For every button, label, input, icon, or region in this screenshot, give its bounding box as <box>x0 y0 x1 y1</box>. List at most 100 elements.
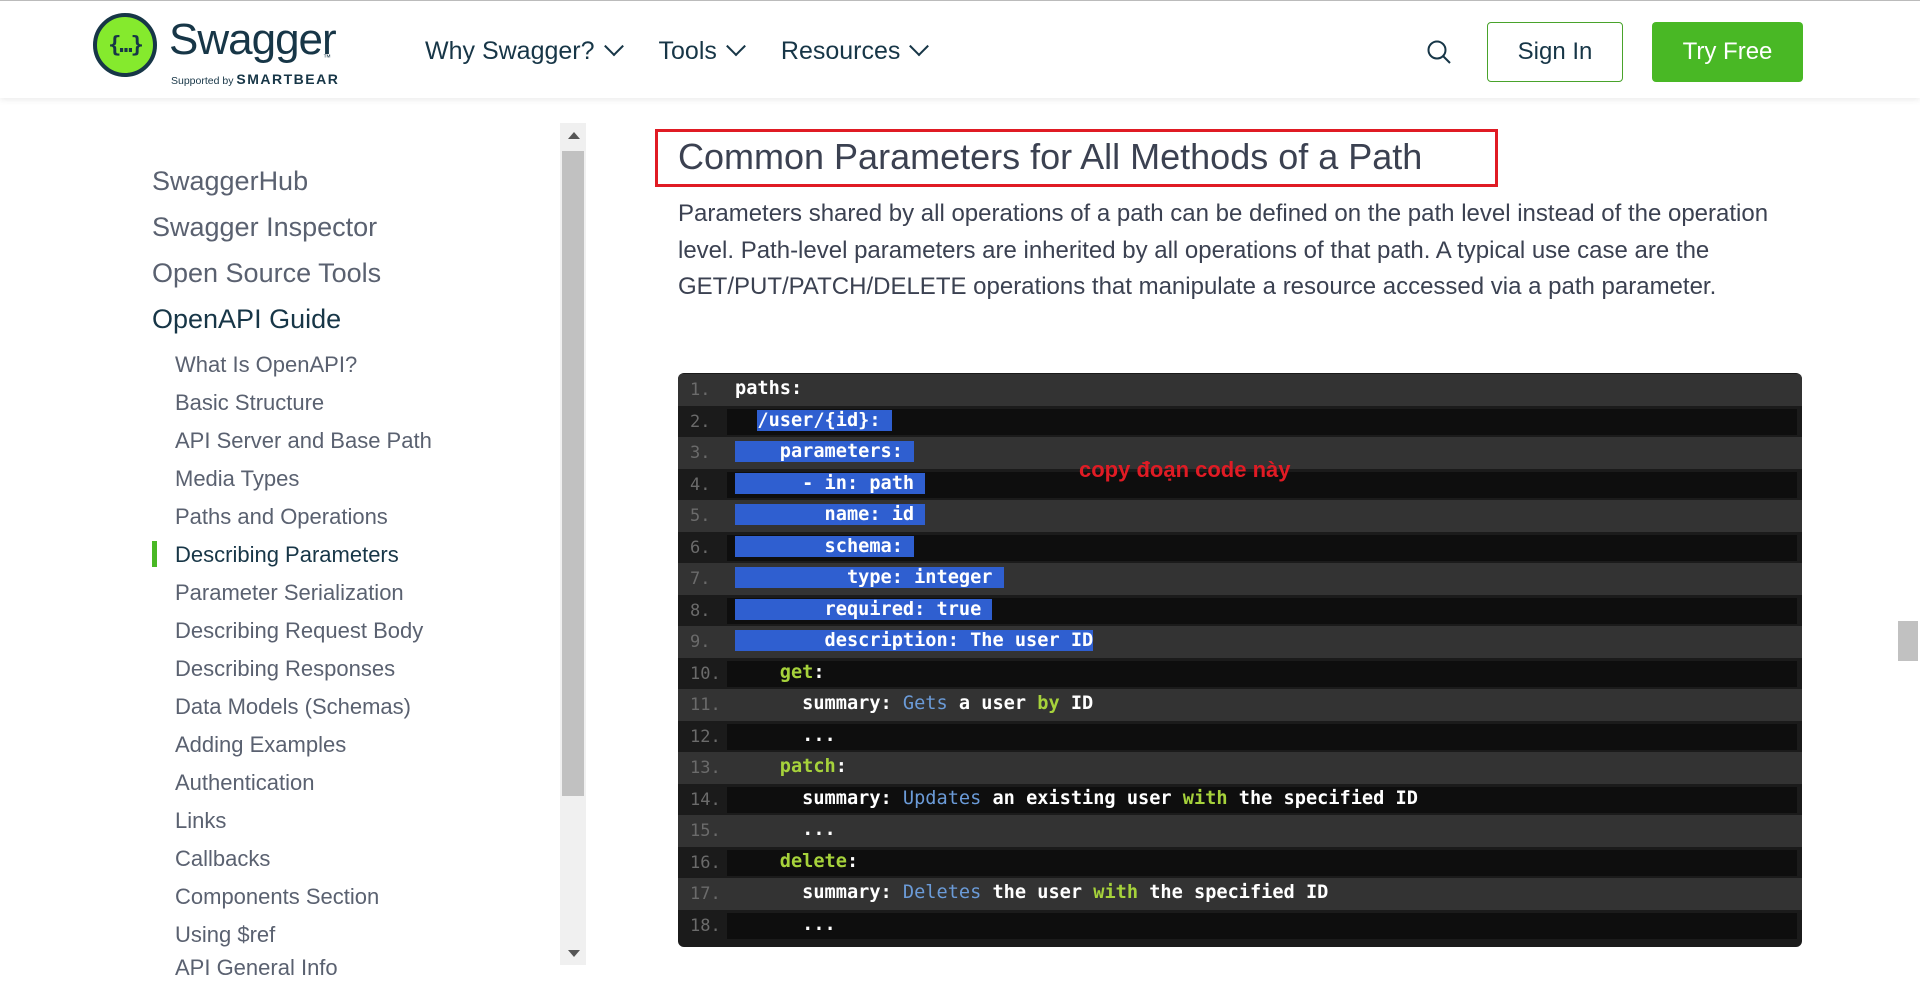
code-text: parameters: <box>735 441 915 462</box>
selected-text: description: The user ID <box>735 630 1094 651</box>
selected-text: schema: <box>735 535 915 557</box>
code-line: 14. summary: Updates an existing user wi… <box>678 784 1802 816</box>
code-line: 18. ... <box>678 910 1802 942</box>
code-text: summary: Updates an existing user with t… <box>735 787 1418 809</box>
nav-why-swagger[interactable]: Why Swagger? <box>425 35 624 66</box>
code-line: 9. description: The user ID <box>678 626 1802 658</box>
line-number: 5. <box>690 506 711 526</box>
code-line: 2. /user/{id}: <box>678 406 1802 438</box>
line-number: 2. <box>690 411 711 432</box>
line-number: 3. <box>690 443 711 463</box>
nav-tools[interactable]: Tools <box>658 35 746 66</box>
logo-subtitle: Supported by SMARTBEAR <box>171 71 339 87</box>
sidebar-scroll-thumb[interactable] <box>562 151 584 796</box>
sidebar-scrollbar[interactable] <box>560 123 586 965</box>
docs-sidebar: SwaggerHub Swagger Inspector Open Source… <box>0 98 590 986</box>
sidebar-item-adding-examples[interactable]: Adding Examples <box>175 732 346 758</box>
red-highlight-box <box>655 129 1498 187</box>
page-scrollbar[interactable] <box>1896 98 1920 986</box>
line-number: 11. <box>690 695 721 715</box>
sidebar-section-inspector[interactable]: Swagger Inspector <box>152 212 377 243</box>
code-line: 6. schema: <box>678 532 1802 564</box>
copy-annotation: copy đoạn code này <box>1079 457 1291 482</box>
swagger-logo[interactable]: {…} Swagger ™ Supported by SMARTBEAR <box>93 13 363 88</box>
logo-sub-brand: SMARTBEAR <box>236 71 340 87</box>
search-icon[interactable] <box>1426 39 1452 65</box>
sidebar-item-basic-structure[interactable]: Basic Structure <box>175 390 324 416</box>
nav-label: Why Swagger? <box>425 37 595 65</box>
sidebar-item-describing-parameters[interactable]: Describing Parameters <box>175 542 399 568</box>
line-number: 10. <box>690 663 721 684</box>
selected-text: - in: path <box>735 472 926 494</box>
code-text: description: The user ID <box>735 630 1094 651</box>
scroll-down-arrow-icon[interactable] <box>568 950 580 957</box>
sidebar-section-openapi-guide[interactable]: OpenAPI Guide <box>152 304 341 335</box>
logo-sub-prefix: Supported by <box>171 75 234 87</box>
code-text: /user/{id}: <box>735 409 892 431</box>
line-number: 14. <box>690 789 721 810</box>
sidebar-section-swaggerhub[interactable]: SwaggerHub <box>152 166 308 197</box>
logo-wordmark: Swagger <box>169 15 337 64</box>
chevron-down-icon <box>726 35 746 56</box>
line-number: 12. <box>690 726 721 747</box>
sidebar-item-links[interactable]: Links <box>175 808 226 834</box>
chevron-down-icon <box>909 35 930 56</box>
code-text: required: true <box>735 598 993 620</box>
nav-resources[interactable]: Resources <box>781 35 930 66</box>
line-number: 18. <box>690 915 721 936</box>
sidebar-item-components[interactable]: Components Section <box>175 884 379 910</box>
code-line-stripe <box>727 723 1797 750</box>
try-free-button[interactable]: Try Free <box>1652 22 1803 82</box>
scroll-up-arrow-icon[interactable] <box>568 132 580 139</box>
code-text: schema: <box>735 535 915 557</box>
selected-text: parameters: <box>735 441 915 462</box>
sidebar-item-api-general-info[interactable]: API General Info <box>175 955 338 977</box>
swagger-logo-icon: {…} <box>93 13 157 77</box>
sidebar-item-what-is-openapi[interactable]: What Is OpenAPI? <box>175 352 357 378</box>
code-line-stripe <box>727 660 1797 687</box>
chevron-down-icon <box>603 35 624 56</box>
code-line: 11. summary: Gets a user by ID <box>678 689 1802 721</box>
code-line: 16. delete: <box>678 847 1802 879</box>
code-line: 17. summary: Deletes the user with the s… <box>678 878 1802 910</box>
sidebar-item-callbacks[interactable]: Callbacks <box>175 846 270 872</box>
code-text: ... <box>735 819 836 840</box>
code-text: get: <box>779 661 825 683</box>
sidebar-item-request-body[interactable]: Describing Request Body <box>175 618 423 644</box>
code-text: name: id <box>735 504 926 525</box>
code-line-stripe <box>727 912 1797 939</box>
line-number: 16. <box>690 852 721 873</box>
code-line: 13. patch: <box>678 752 1802 784</box>
sidebar-item-label: API General Info <box>175 955 338 977</box>
sidebar-item-authentication[interactable]: Authentication <box>175 770 314 796</box>
code-line: 1. paths: <box>678 374 1802 406</box>
section-paragraph: Parameters shared by all operations of a… <box>678 200 1769 300</box>
site-header: {…} Swagger ™ Supported by SMARTBEAR Why… <box>0 0 1920 98</box>
nav-label: Tools <box>658 37 717 65</box>
code-text: - in: path <box>735 472 926 494</box>
code-text: patch: <box>779 756 847 777</box>
code-line: 5. name: id <box>678 500 1802 532</box>
sidebar-item-parameter-serialization[interactable]: Parameter Serialization <box>175 580 404 606</box>
line-number: 13. <box>690 758 721 778</box>
sidebar-item-responses[interactable]: Describing Responses <box>175 656 395 682</box>
sign-in-button[interactable]: Sign In <box>1487 22 1623 82</box>
sidebar-item-paths-operations[interactable]: Paths and Operations <box>175 504 388 530</box>
active-item-marker <box>152 541 157 567</box>
selected-text: /user/{id}: <box>757 409 892 431</box>
page-scroll-thumb[interactable] <box>1898 621 1918 661</box>
sidebar-section-open-source-tools[interactable]: Open Source Tools <box>152 258 381 289</box>
code-text: paths: <box>735 378 803 399</box>
code-text: summary: Gets a user by ID <box>735 693 1094 714</box>
line-number: 7. <box>690 569 711 589</box>
sidebar-item-data-models[interactable]: Data Models (Schemas) <box>175 694 411 720</box>
line-number: 17. <box>690 884 721 904</box>
selected-text: name: id <box>735 504 926 525</box>
line-number: 1. <box>690 380 711 400</box>
line-number: 4. <box>690 474 711 495</box>
sidebar-item-api-server[interactable]: API Server and Base Path <box>175 428 432 454</box>
sidebar-item-using-ref[interactable]: Using $ref <box>175 922 275 948</box>
sidebar-item-media-types[interactable]: Media Types <box>175 466 299 492</box>
code-line: 15. ... <box>678 815 1802 847</box>
code-line: 12. ... <box>678 721 1802 753</box>
